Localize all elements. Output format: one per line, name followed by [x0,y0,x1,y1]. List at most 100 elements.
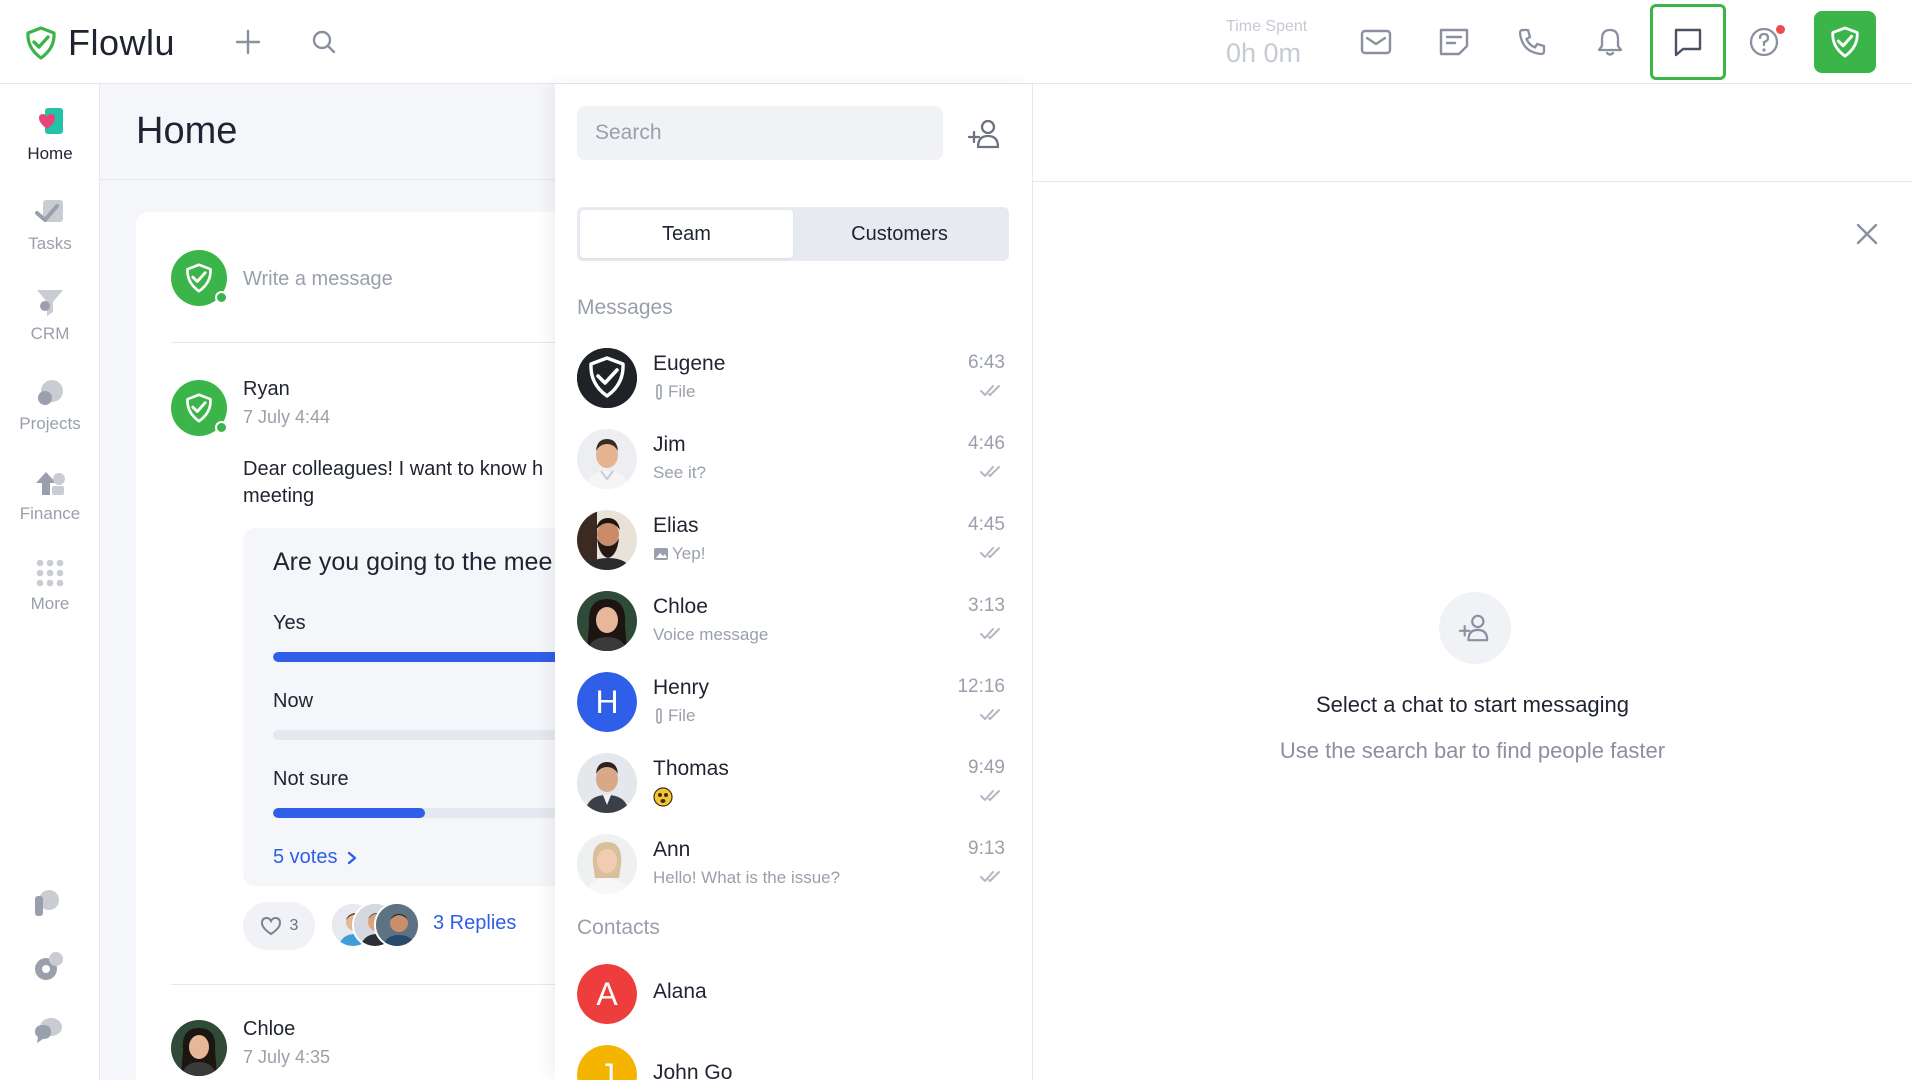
chat-item-chloe[interactable]: Chloe Voice message 3:13 [555,591,1033,672]
chat-search-input[interactable] [577,106,943,160]
time-spent-label: Time Spent [1226,18,1308,35]
post-author-name[interactable]: Chloe [243,1018,295,1041]
create-button[interactable] [226,20,270,64]
notes-button[interactable] [1432,20,1476,64]
chat-name: Eugene [653,352,726,375]
chat-time: 6:43 [968,352,1005,373]
avatar: A [577,964,637,1024]
double-check-icon [980,709,1000,720]
time-spent-widget[interactable]: Time Spent 0h 0m [1226,18,1307,69]
double-check-icon [980,385,1000,396]
reply-avatars[interactable] [330,902,424,950]
chat-preview-text: Yep! [672,544,706,563]
flowlu-logo-icon [186,263,212,293]
notifications-button[interactable] [1588,20,1632,64]
like-button[interactable]: 3 [243,902,315,950]
chat-preview: Yep! [653,544,705,564]
poll-votes-link[interactable]: 5 votes [273,846,357,869]
post-text-line: Dear colleagues! I want to know h [243,458,544,480]
poll: Are you going to the mee Yes Now Not sur… [243,528,555,886]
chat-preview [653,787,676,807]
poll-option-label[interactable]: Now [273,690,313,713]
add-contact-button[interactable] [965,114,1005,154]
phone-button[interactable] [1510,20,1554,64]
nav-item-more[interactable]: More [0,556,100,614]
chat-item-henry[interactable]: H Henry File 12:16 [555,672,1033,753]
chat-name: Elias [653,514,699,537]
close-icon [1856,223,1878,245]
avatar: J [577,1045,637,1080]
post-date: 7 July 4:44 [243,407,331,427]
post-text: Dear colleagues! I want to know h meetin… [243,456,555,510]
avatar-initial: H [577,672,637,732]
profile-button[interactable] [1814,11,1876,73]
post-author-avatar[interactable] [171,1020,227,1076]
contact-item-alana[interactable]: A Alana [555,964,1033,1045]
conversation-pane: Select a chat to start messaging Use the… [1033,84,1912,1080]
chat-name: Ann [653,838,691,861]
chat-preview-text: See it? [653,463,706,482]
chat-item-jim[interactable]: Jim See it? 4:46 [555,429,1033,510]
poll-option-bar[interactable] [273,808,555,818]
post-author-avatar[interactable] [171,380,228,436]
chat-name: Thomas [653,757,729,780]
page-title: Home [136,110,238,152]
nav-label-home: Home [27,144,73,163]
chat-item-ann[interactable]: Ann Hello! What is the issue? 9:13 [555,834,1033,915]
add-user-icon [1459,614,1489,642]
emoji-icon [653,787,673,807]
chat-button[interactable] [1650,4,1726,80]
paperclip-icon [656,384,662,400]
poll-option-label[interactable]: Not sure [273,768,349,791]
phone-icon [1518,28,1546,56]
home-icon [33,106,67,140]
projects-icon [33,376,67,410]
chat-item-elias[interactable]: Elias Yep! 4:45 [555,510,1033,591]
poll-question: Are you going to the mee [273,548,553,576]
nav-item-crm[interactable]: CRM [0,286,100,344]
nav-label-more: More [30,594,70,613]
chat-time: 4:46 [968,433,1005,454]
poll-option-label[interactable]: Yes [273,612,306,635]
poll-option-bar[interactable] [273,730,555,740]
global-search-button[interactable] [302,20,346,64]
close-button[interactable] [1849,216,1885,252]
chat-preview-text: File [668,706,696,725]
home-header: Home [100,84,555,180]
mail-button[interactable] [1354,20,1398,64]
contact-item-john-go[interactable]: J John Go [555,1045,1033,1080]
flowlu-logo-icon [186,393,212,423]
home-area: Home Write a message Ryan 7 July 4:44 De… [100,84,555,1080]
avatar [577,591,637,651]
double-check-icon [980,547,1000,558]
feedback-button[interactable] [31,1014,65,1053]
post-author-name[interactable]: Ryan [243,378,290,401]
image-icon [654,548,668,560]
chat-item-eugene[interactable]: Eugene File 6:43 [555,348,1033,429]
nav-item-tasks[interactable]: Tasks [0,196,100,254]
settings-button[interactable] [31,950,65,989]
avatar-initial: A [577,964,637,1024]
messages-section-title: Messages [577,296,673,319]
avatar-initial: J [577,1045,637,1080]
tab-team[interactable]: Team [580,210,793,258]
product-icon-button[interactable] [31,886,65,925]
nav-item-finance[interactable]: Finance [0,466,100,524]
empty-state-icon-circle [1439,592,1511,664]
nav-label-finance: Finance [19,504,81,523]
empty-state-title: Select a chat to start messaging [1315,692,1630,717]
speech-bubble-icon [35,1018,62,1043]
avatar [577,834,637,894]
write-message-input[interactable]: Write a message [243,268,393,291]
nav-item-home[interactable]: Home [0,106,100,164]
logo[interactable]: Flowlu [24,22,175,64]
help-button[interactable] [1742,20,1786,64]
top-bar: Flowlu Time Spent 0h 0m [0,0,1912,84]
logo-text: Flowlu [68,22,176,63]
nav-item-projects[interactable]: Projects [0,376,100,434]
chat-item-thomas[interactable]: Thomas 9:49 [555,753,1033,834]
replies-link[interactable]: 3 Replies [433,912,516,935]
tab-customers[interactable]: Customers [793,210,1006,258]
poll-option-bar[interactable] [273,652,555,662]
crm-icon [33,286,67,320]
